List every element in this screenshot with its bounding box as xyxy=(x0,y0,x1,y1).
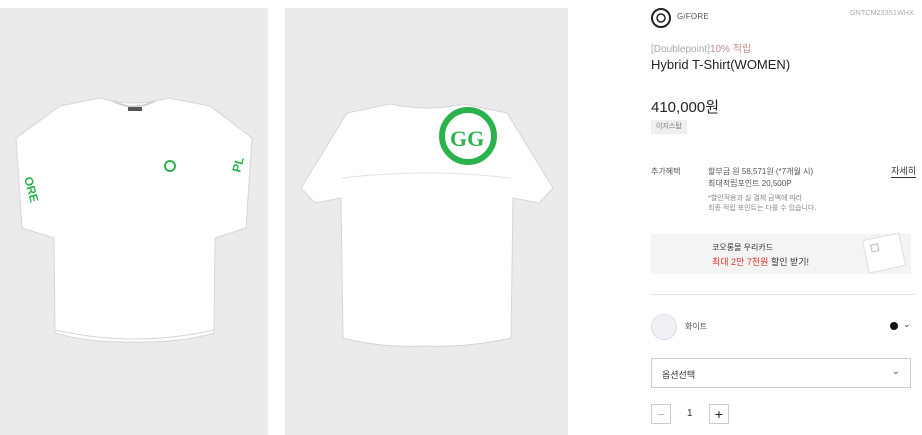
divider xyxy=(651,294,916,295)
benefit-note-line2: 최종 적립 포인트는 다를 수 있습니다. xyxy=(708,205,817,212)
benefit-note-line1: *할인적용과 실 결제 금액에 따라 xyxy=(708,195,803,202)
product-price: 410,000원 xyxy=(651,99,720,116)
promo-points: 10% 적립 xyxy=(709,44,752,55)
benefit-detail-link[interactable]: 자세히 xyxy=(891,164,916,178)
svg-text:GG: GG xyxy=(450,126,484,151)
product-title: Hybrid T-Shirt(WOMEN) xyxy=(651,57,791,72)
card-banner-amount: 최대 2만 7천원 xyxy=(712,257,769,267)
quantity-increase-button[interactable]: + xyxy=(709,404,729,424)
brand-name[interactable]: G/FORE xyxy=(677,12,709,21)
color-swatch-white[interactable] xyxy=(651,314,677,340)
benefit-note: *할인적용과 실 결제 금액에 따라 최종 적립 포인트는 다를 수 있습니다. xyxy=(708,194,816,214)
color-chevron-down-icon[interactable]: ⌄ xyxy=(903,319,911,330)
card-promo-banner[interactable]: 코오롱몰 우리카드 최대 2만 7천원 할인 받기! xyxy=(651,232,911,274)
promo-text: [Doublepoint]10% 적립 xyxy=(651,40,751,55)
quantity-decrease-button[interactable]: − xyxy=(651,404,671,424)
product-info-panel: G/FORE GNTCM23351WHX [Doublepoint]10% 적립… xyxy=(651,0,916,435)
selected-color-dot-icon[interactable] xyxy=(890,322,898,330)
card-banner-title: 코오롱몰 우리카드 xyxy=(712,243,774,252)
tshirt-front-illustration: ORE PL xyxy=(15,97,253,343)
color-option-name: 화이트 xyxy=(685,322,708,331)
product-image-back[interactable]: GG xyxy=(285,8,568,435)
option-select-label: 옵션선택 xyxy=(662,370,696,380)
card-banner-offer: 최대 2만 7천원 할인 받기! xyxy=(712,255,809,268)
brand-row: G/FORE GNTCM23351WHX xyxy=(651,8,916,28)
promo-prefix: [Doublepoint] xyxy=(651,44,710,55)
tshirt-back-illustration: GG xyxy=(300,103,554,347)
brand-logo-icon[interactable] xyxy=(651,8,671,28)
product-sku: GNTCM23351WHX xyxy=(849,10,914,17)
chevron-down-icon: ⌄ xyxy=(891,366,900,377)
product-image-front[interactable]: ORE PL xyxy=(0,8,268,435)
benefit-label: 추가혜택 xyxy=(651,167,681,176)
card-banner-cta: 할인 받기! xyxy=(768,257,810,267)
installment-info: 할부금 원 58,571원 (*7개월 시) xyxy=(708,167,814,176)
quantity-value: 1 xyxy=(687,408,693,419)
credit-card-image xyxy=(861,232,907,274)
max-points-info: 최대적립포인트 20,500P xyxy=(708,179,792,188)
option-select-dropdown[interactable]: 옵션선택 ⌄ xyxy=(651,358,911,388)
benefit-details: 할부금 원 58,571원 (*7개월 시) 최대적립포인트 20,500P xyxy=(708,166,813,190)
product-tag-badge: 이지스탑 xyxy=(651,120,687,134)
